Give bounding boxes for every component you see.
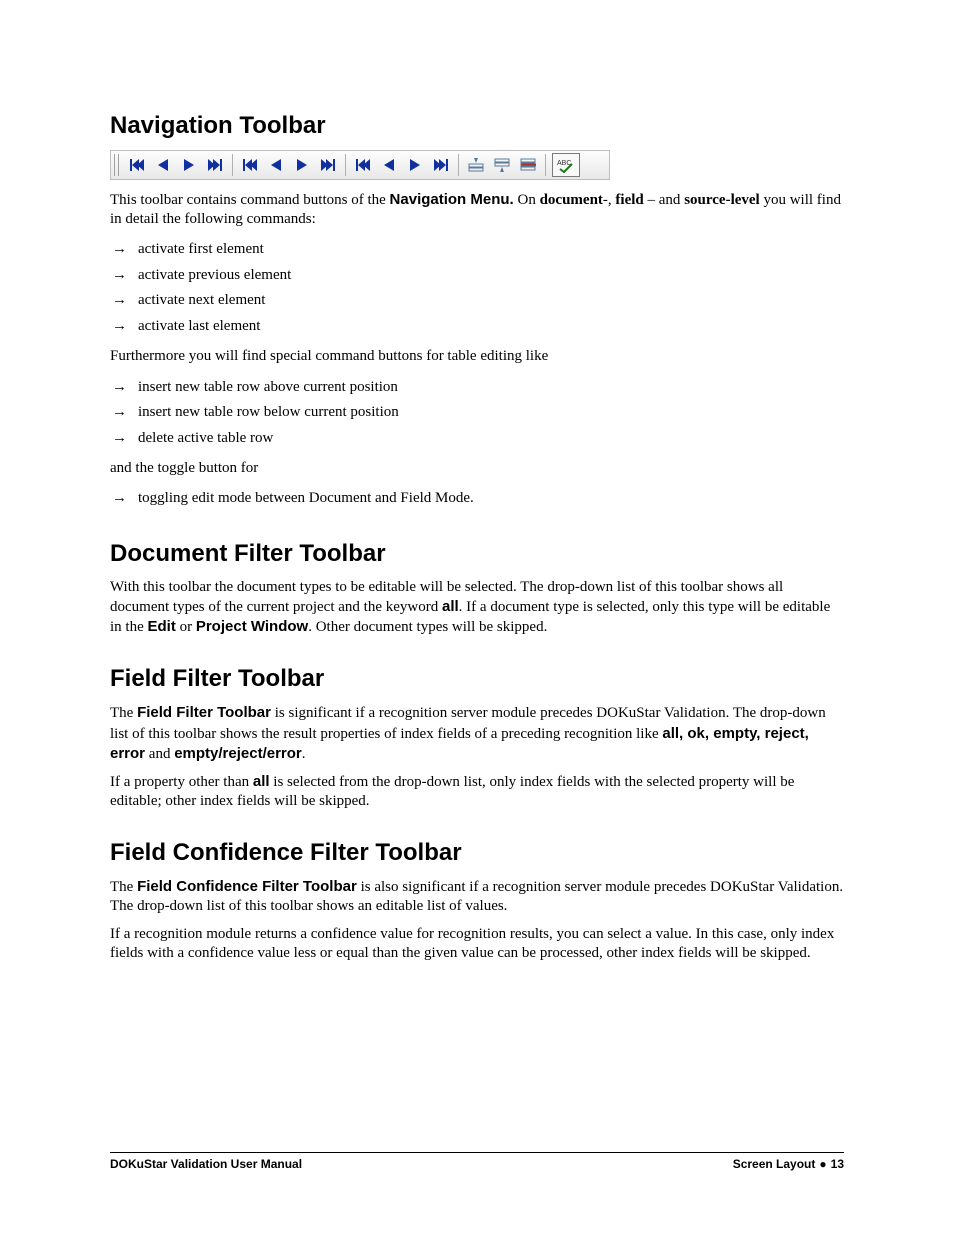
- footer-page-info: Screen Layout●13: [733, 1157, 844, 1171]
- list-item: activate previous element: [110, 263, 844, 289]
- list-item: delete active table row: [110, 426, 844, 452]
- heading-navigation-toolbar: Navigation Toolbar: [110, 112, 844, 140]
- delete-row-icon: [517, 154, 539, 176]
- docfilter-paragraph: With this toolbar the document types to …: [110, 578, 844, 638]
- nav-prev-icon: [378, 154, 400, 176]
- heading-field-filter-toolbar: Field Filter Toolbar: [110, 665, 844, 693]
- toolbar-grip-icon: [114, 154, 120, 176]
- list-item: activate last element: [110, 314, 844, 340]
- toolbar-separator: [545, 154, 546, 176]
- heading-document-filter-toolbar: Document Filter Toolbar: [110, 540, 844, 568]
- page-footer: DOKuStar Validation User Manual Screen L…: [110, 1152, 844, 1171]
- list-item: insert new table row below current posit…: [110, 400, 844, 426]
- heading-field-confidence-filter-toolbar: Field Confidence Filter Toolbar: [110, 839, 844, 867]
- navigation-toolbar-image: ABC: [110, 150, 610, 180]
- nav-first-icon: [126, 154, 148, 176]
- nav-next-icon: [291, 154, 313, 176]
- nav-last-icon: [204, 154, 226, 176]
- nav-toggle-intro: and the toggle button for: [110, 459, 844, 478]
- nav-intro-text: This toolbar contains command buttons of…: [110, 190, 844, 229]
- list-item: activate first element: [110, 237, 844, 263]
- toolbar-separator: [458, 154, 459, 176]
- nav-last-icon: [430, 154, 452, 176]
- nav-next-icon: [178, 154, 200, 176]
- fieldfilter-paragraph-2: If a property other than all is selected…: [110, 772, 844, 811]
- insert-row-below-icon: [491, 154, 513, 176]
- toolbar-separator: [345, 154, 346, 176]
- insert-row-above-icon: [465, 154, 487, 176]
- list-item: insert new table row above current posit…: [110, 375, 844, 401]
- nav-prev-icon: [265, 154, 287, 176]
- nav-command-list: activate first element activate previous…: [110, 237, 844, 339]
- nav-first-icon: [352, 154, 374, 176]
- confidence-paragraph-1: The Field Confidence Filter Toolbar is a…: [110, 877, 844, 916]
- nav-next-icon: [404, 154, 426, 176]
- nav-first-icon: [239, 154, 261, 176]
- nav-last-icon: [317, 154, 339, 176]
- nav-toggle-list: toggling edit mode between Document and …: [110, 486, 844, 512]
- footer-manual-title: DOKuStar Validation User Manual: [110, 1157, 302, 1171]
- nav-table-list: insert new table row above current posit…: [110, 375, 844, 452]
- fieldfilter-paragraph-1: The Field Filter Toolbar is significant …: [110, 703, 844, 764]
- toolbar-separator: [232, 154, 233, 176]
- nav-prev-icon: [152, 154, 174, 176]
- abc-toggle-icon: ABC: [552, 153, 580, 177]
- list-item: toggling edit mode between Document and …: [110, 486, 844, 512]
- list-item: activate next element: [110, 288, 844, 314]
- confidence-paragraph-2: If a recognition module returns a confid…: [110, 925, 844, 963]
- nav-mid-text: Furthermore you will find special comman…: [110, 347, 844, 366]
